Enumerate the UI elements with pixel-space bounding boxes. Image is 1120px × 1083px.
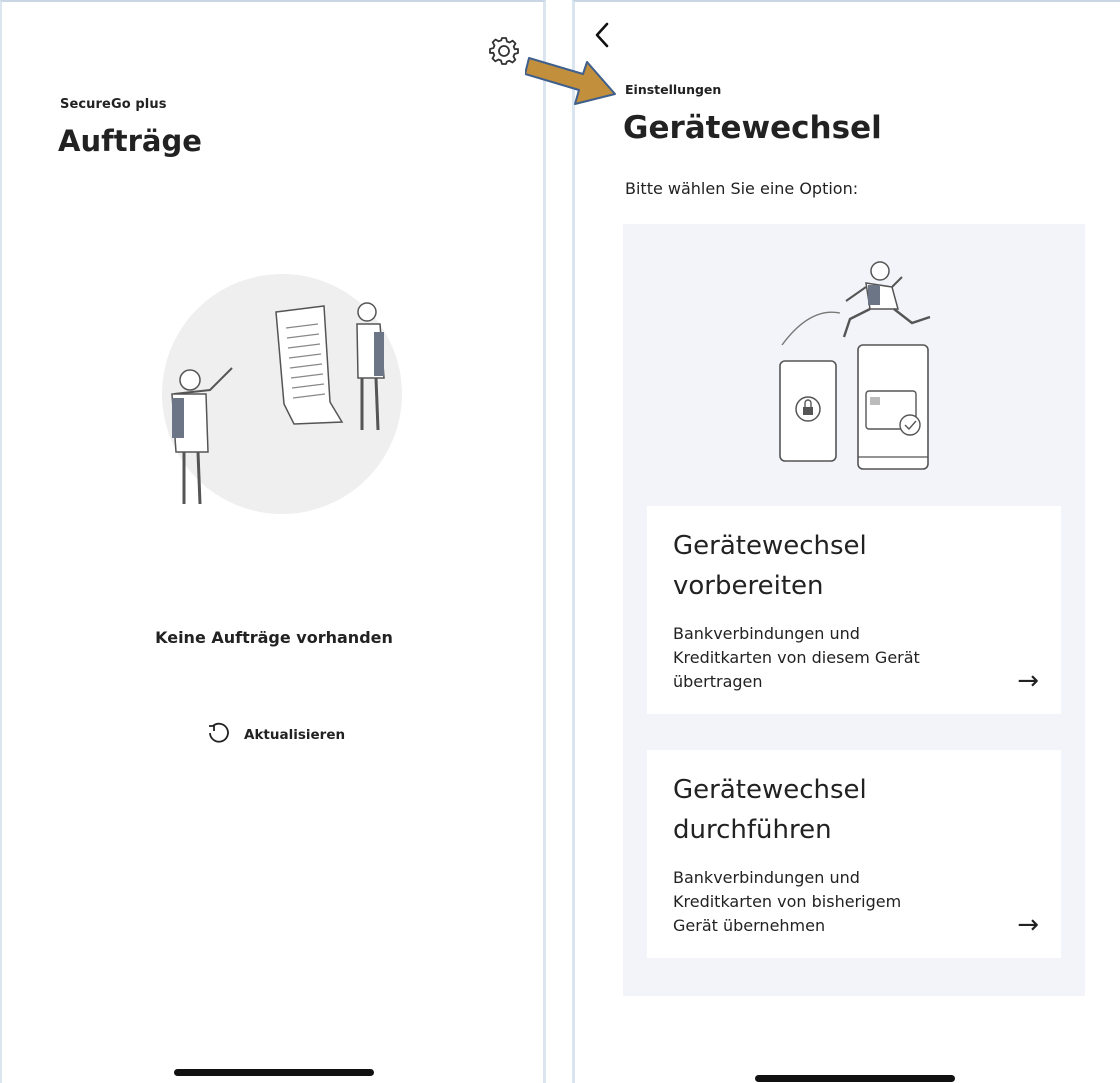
- orders-screen: SecureGo plus Aufträge Keine Aufträge vo…: [0, 0, 546, 1083]
- option-title: Gerätewechsel vorbereiten: [673, 531, 867, 601]
- option-title: Gerätewechsel durchführen: [673, 775, 867, 845]
- option-prepare-device-change[interactable]: Gerätewechsel vorbereiten Bankverbindung…: [647, 506, 1061, 714]
- home-indicator: [174, 1069, 374, 1076]
- refresh-icon: [206, 721, 230, 749]
- option-description: Bankverbindungen und Kreditkarten von di…: [673, 624, 920, 691]
- device-change-screen: Einstellungen Gerätewechsel Bitte wählen…: [572, 0, 1120, 1083]
- empty-state-illustration: [152, 272, 412, 532]
- refresh-label: Aktualisieren: [244, 727, 346, 743]
- page-title: Aufträge: [58, 124, 202, 158]
- arrow-right-icon: →: [1017, 910, 1039, 940]
- option-description: Bankverbindungen und Kreditkarten von bi…: [673, 868, 902, 935]
- arrow-right-icon: →: [1017, 666, 1039, 696]
- gear-icon[interactable]: [488, 35, 520, 67]
- option-perform-device-change[interactable]: Gerätewechsel durchführen Bankverbindung…: [647, 750, 1061, 958]
- refresh-button[interactable]: Aktualisieren: [206, 721, 345, 749]
- option-prompt: Bitte wählen Sie eine Option:: [625, 179, 859, 198]
- home-indicator: [755, 1075, 955, 1082]
- app-subtitle: SecureGo plus: [60, 97, 167, 112]
- annotation-arrow-icon: [524, 38, 625, 108]
- device-transfer-illustration: [770, 257, 940, 477]
- breadcrumb: Einstellungen: [625, 82, 722, 97]
- empty-state-message: Keine Aufträge vorhanden: [155, 628, 393, 647]
- page-title: Gerätewechsel: [623, 110, 882, 146]
